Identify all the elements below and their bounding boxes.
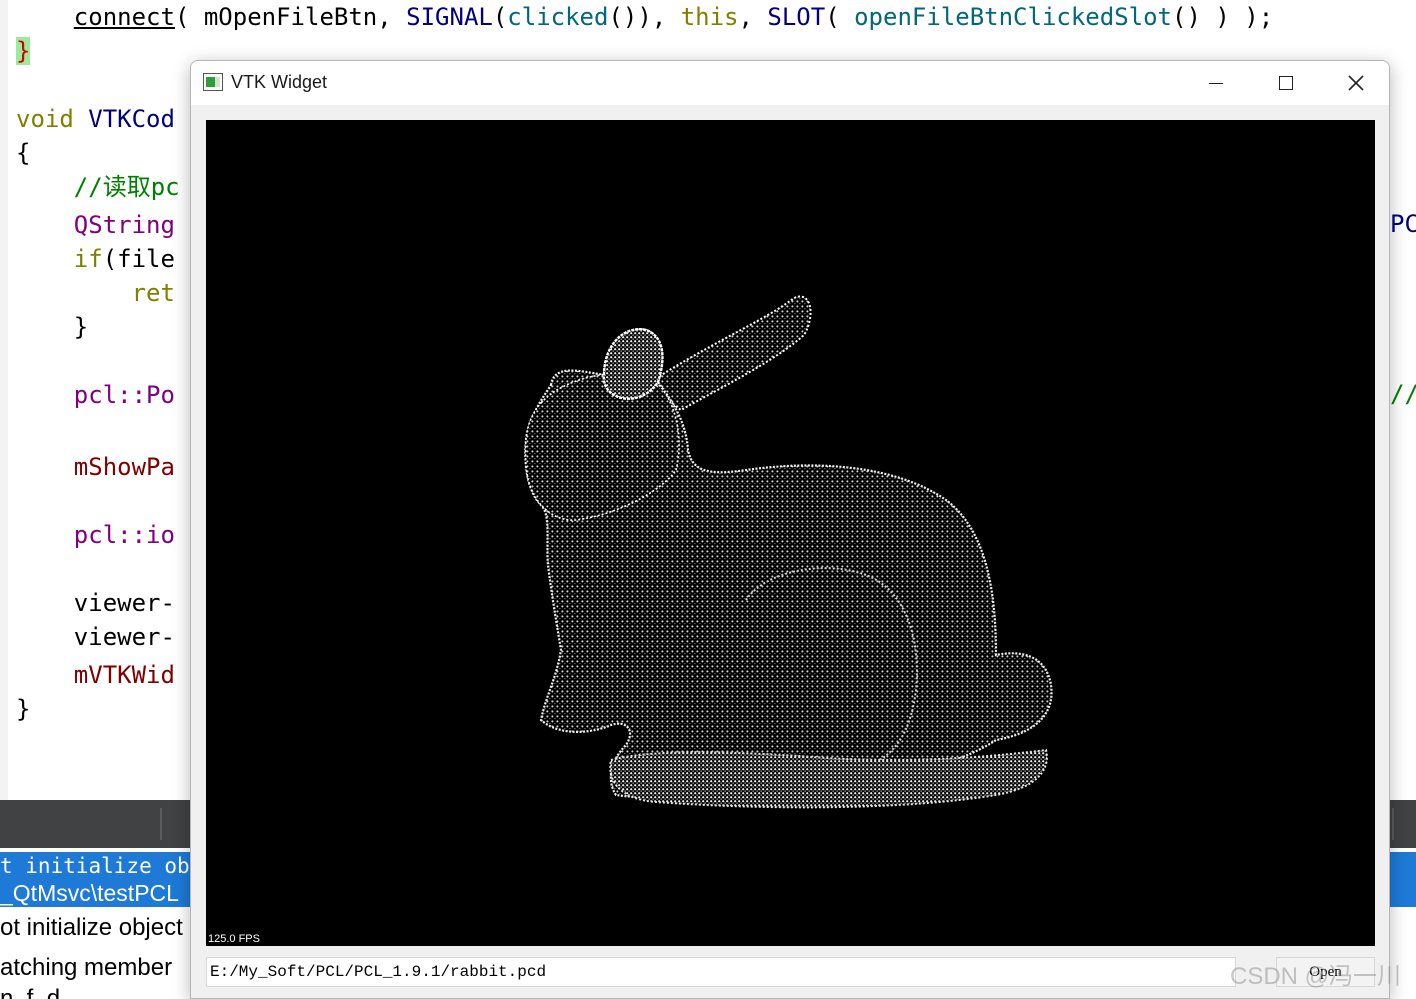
output-line-selected[interactable]: t initialize obj — [0, 852, 202, 880]
code-token: VTKCod — [73, 105, 175, 133]
code-token: } — [16, 695, 31, 723]
code-token: SIGNAL — [406, 3, 493, 31]
code-token: viewer- — [16, 623, 175, 651]
code-token: (file — [102, 245, 175, 273]
output-line[interactable]: n f d — [0, 988, 60, 999]
window-title: VTK Widget — [231, 72, 328, 92]
code-token: ( — [492, 3, 508, 31]
code-token: openFileBtnClickedSlot — [854, 3, 1172, 31]
code-token: ret — [16, 279, 175, 307]
code-line: } — [16, 36, 31, 66]
code-line: ret — [16, 278, 175, 308]
code-token: () ) ); — [1172, 3, 1274, 31]
code-token: } — [16, 37, 31, 65]
code-token: if — [73, 245, 103, 273]
code-token: SLOT — [767, 3, 826, 31]
output-line[interactable]: ot initialize object — [0, 914, 183, 942]
code-token: { — [16, 139, 31, 167]
toolbar-separator — [160, 808, 162, 840]
code-line: } — [16, 312, 88, 342]
fps-counter: 125.0 FPS — [208, 933, 260, 945]
code-token: clicked — [507, 3, 609, 31]
code-line: QString — [16, 210, 175, 240]
code-line: { — [16, 138, 30, 168]
code-token: mVTKWid — [16, 661, 175, 689]
code-token: void — [16, 105, 74, 133]
code-line: mVTKWid — [16, 660, 175, 690]
code-token: pcl::io — [16, 521, 175, 549]
code-line: viewer- — [16, 622, 175, 652]
code-token: connect — [73, 3, 175, 31]
code-token: QString — [16, 211, 175, 239]
code-line: pcl::Po — [16, 380, 175, 410]
code-line: mShowPa — [16, 452, 175, 482]
window-titlebar[interactable]: VTK Widget — [191, 61, 1389, 105]
toolbar-separator — [1392, 808, 1394, 840]
code-token: ( — [825, 3, 855, 31]
file-path-field[interactable]: E:/My_Soft/PCL/PCL_1.9.1/rabbit.pcd — [206, 957, 1236, 987]
minimize-button[interactable] — [1181, 61, 1251, 105]
csdn-watermark: CSDN @冯一川 — [1230, 963, 1402, 990]
minimize-icon — [1209, 82, 1223, 84]
code-line: void VTKCod — [16, 104, 175, 134]
rabbit-ear-front — [602, 328, 664, 400]
output-line-selected-tail — [1390, 879, 1416, 907]
code-fragment-right-2: // — [1390, 380, 1416, 408]
code-token: //读取pc — [16, 173, 180, 201]
code-line: connect( mOpenFileBtn, SIGNAL(clicked())… — [16, 2, 1273, 32]
app-window-icon — [203, 73, 223, 91]
code-line: //读取pc — [16, 172, 180, 202]
close-icon — [1348, 75, 1364, 91]
maximize-button[interactable] — [1251, 61, 1321, 105]
point-cloud-rabbit — [524, 295, 1053, 809]
code-line: viewer- — [16, 588, 175, 618]
maximize-icon — [1279, 76, 1293, 90]
code-token: viewer- — [16, 589, 175, 617]
code-line: pcl::io — [16, 520, 175, 550]
vtk-widget-window: VTK Widget 125.0 FPS E:/My_Soft/PCL/PCL_… — [190, 60, 1390, 999]
code-fragment-right-1: PC — [1390, 210, 1416, 238]
vtk-render-viewport[interactable]: 125.0 FPS — [206, 120, 1375, 946]
code-line: } — [16, 694, 30, 724]
code-token: pcl::Po — [16, 381, 175, 409]
code-token: mShowPa — [16, 453, 175, 481]
close-button[interactable] — [1321, 61, 1389, 105]
output-line-selected-tail — [1390, 852, 1416, 880]
code-token: ( mOpenFileBtn, — [174, 3, 407, 31]
output-line[interactable]: atching member — [0, 954, 172, 982]
output-line-selected[interactable]: _QtMsvc\testPCL — [0, 879, 190, 907]
rabbit-ear — [644, 295, 812, 412]
editor-gutter — [0, 0, 8, 800]
code-token: } — [16, 313, 89, 341]
code-line: if(file — [16, 244, 175, 274]
code-token: this — [680, 3, 739, 31]
code-token: , — [738, 3, 768, 31]
rabbit-base — [609, 748, 1048, 809]
code-token: ()), — [608, 3, 681, 31]
